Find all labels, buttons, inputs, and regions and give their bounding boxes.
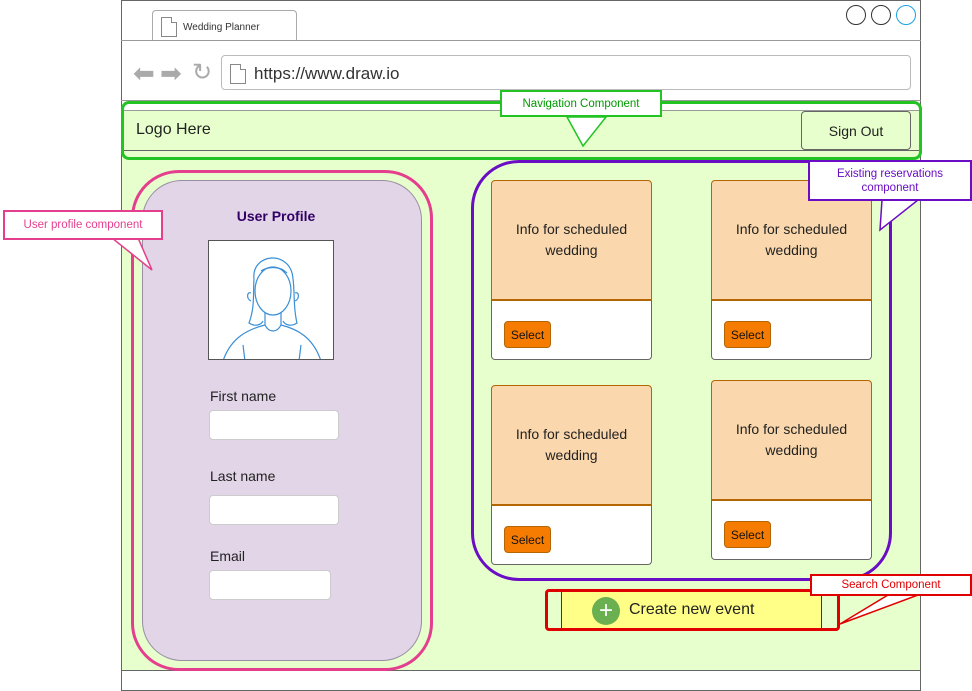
navigation-callout: Navigation Component: [500, 90, 662, 117]
search-callout: Search Component: [810, 574, 972, 596]
reservations-callout: Existing reservations component: [808, 160, 972, 201]
user-profile-callout: User profile component: [3, 210, 163, 240]
